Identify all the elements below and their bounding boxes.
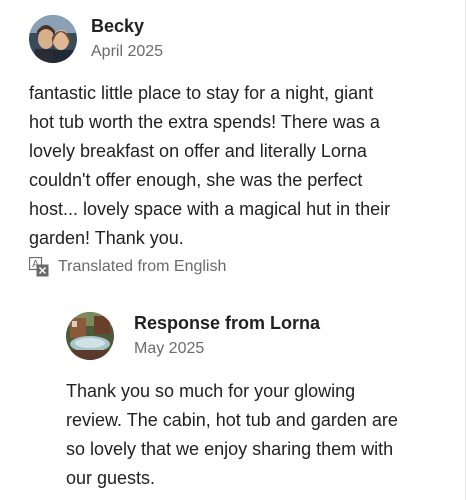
response-text-line: review. The cabin, hot tub and garden ar… <box>66 410 398 430</box>
review-text-line: hot tub worth the extra spends! There wa… <box>29 112 380 132</box>
review-card: Becky April 2025 fantastic little place … <box>0 0 466 500</box>
review-text-line: lovely breakfast on offer and literally … <box>29 141 367 161</box>
response-text-line: Thank you so much for your glowing <box>66 381 356 401</box>
review-text: fantastic little place to stay for a nig… <box>29 79 449 253</box>
response-text-line: so lovely that we enjoy sharing them wit… <box>66 439 394 459</box>
reviewer-name: Becky <box>91 16 145 36</box>
reviewer-photo <box>29 15 77 63</box>
translate-icon: A <box>29 257 49 277</box>
response-title: Response from Lorna <box>134 313 321 333</box>
review-text-line: couldn't offer enough, she was the perfe… <box>29 170 363 190</box>
review-text-line: garden! Thank you. <box>29 228 184 248</box>
reviewer-avatar[interactable] <box>29 15 77 63</box>
host-avatar[interactable] <box>66 312 114 360</box>
response-text: Thank you so much for your glowing revie… <box>66 377 446 493</box>
response-date: May 2025 <box>134 340 205 357</box>
host-photo <box>66 312 114 360</box>
translation-label: Translated from English <box>58 258 227 275</box>
review-date: April 2025 <box>91 43 164 60</box>
review-text-line: fantastic little place to stay for a nig… <box>29 83 374 103</box>
response-text-line: our guests. <box>66 468 156 488</box>
review-text-line: host... lovely space with a magical hut … <box>29 199 391 219</box>
translation-notice: A Translated from English <box>29 256 226 278</box>
